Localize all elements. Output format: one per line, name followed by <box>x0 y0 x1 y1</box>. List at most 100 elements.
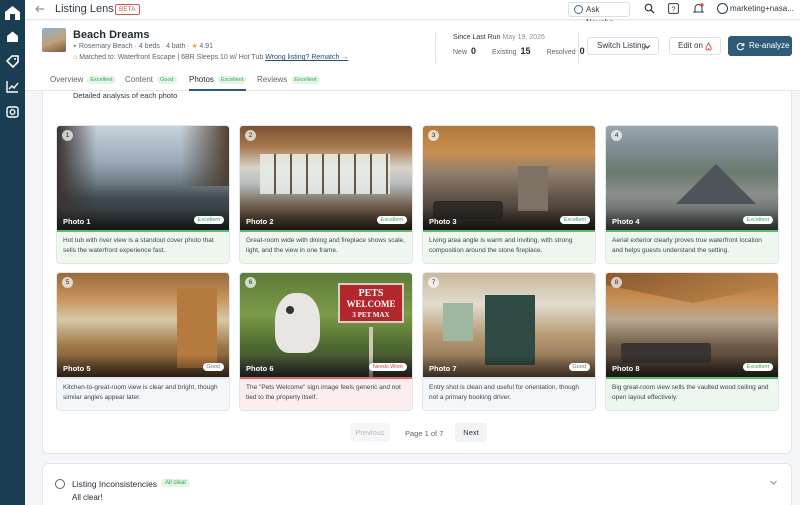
photo-number: 4 <box>611 130 622 141</box>
star-icon: ★ <box>191 43 198 50</box>
listing-meta: ⌖ Rosemary Beach · 4 beds · 4 bath · ★ 4… <box>73 43 213 51</box>
next-page-button[interactable]: Next <box>455 423 487 442</box>
photo-description: Kitchen-to-great-room view is clear and … <box>57 379 229 410</box>
home-logo-icon[interactable] <box>4 5 21 21</box>
tab-content[interactable]: Content Good <box>125 69 177 91</box>
user-menu[interactable]: marketing+nasa... <box>717 3 794 14</box>
photos-analysis-card: Detailed analysis of each photo 1 Photo … <box>42 91 792 454</box>
tab-badge: Good <box>157 76 177 84</box>
airbnb-icon: ⌂ <box>73 54 78 61</box>
tab-label: Overview <box>50 75 84 85</box>
matched-text: Matched to: Waterfront Escape | 6BR Slee… <box>79 54 264 61</box>
photo-card[interactable]: 2 Photo 2 Excellent Great-room wide with… <box>239 125 413 264</box>
photo-rating-badge: Needs Work <box>368 363 407 371</box>
check-circle-icon <box>55 479 65 489</box>
camera-nav-icon[interactable] <box>6 105 19 118</box>
listing-title: Beach Dreams <box>73 29 150 41</box>
photo-card[interactable]: 3 Photo 3 Excellent Living area angle is… <box>422 125 596 264</box>
tab-photos[interactable]: Photos Excellent <box>189 69 247 91</box>
photo-card[interactable]: 7 Photo 7 Good Entry shot is clean and u… <box>422 272 596 411</box>
sign-line-2: WELCOME <box>346 299 396 309</box>
photo-description: Great-room wide with dining and fireplac… <box>240 232 412 263</box>
photo-rating-badge: Excellent <box>376 216 407 224</box>
photo-description: The "Pets Welcome" sign image feels gene… <box>240 379 412 410</box>
pin-icon: ⌖ <box>73 43 77 50</box>
chevron-down-icon[interactable] <box>769 478 778 487</box>
photo-rating-badge: Good <box>568 363 590 371</box>
listing-inconsistencies-card[interactable]: Listing Inconsistencies All clear All cl… <box>42 463 792 505</box>
photo-number: 2 <box>245 130 256 141</box>
photo-description: Big great-room view sells the vaulted wo… <box>606 379 778 410</box>
beta-badge: BETA <box>115 4 140 15</box>
photo-number: 3 <box>428 130 439 141</box>
divider <box>578 33 579 63</box>
chevron-down-icon <box>644 45 651 49</box>
notification-bell-icon[interactable] <box>693 3 704 14</box>
photo-image <box>57 126 229 230</box>
photo-name: Photo 3 <box>429 217 457 226</box>
new-label: New <box>453 49 468 56</box>
photo-name: Photo 5 <box>63 364 91 373</box>
user-email: marketing+nasa... <box>730 4 794 13</box>
photo-image <box>57 273 229 377</box>
photo-name: Photo 2 <box>246 217 274 226</box>
edit-on-label: Edit on <box>678 41 703 50</box>
photo-image: PETS WELCOME 3 PET MAX <box>240 273 412 377</box>
new-value: 0 <box>471 46 477 56</box>
chart-nav-icon[interactable] <box>6 80 19 93</box>
rematch-link[interactable]: Wrong listing? Rematch → <box>265 54 348 61</box>
tab-overview[interactable]: Overview Excellent <box>50 69 116 91</box>
airbnb-logo-icon <box>705 42 712 51</box>
search-icon[interactable] <box>644 3 655 14</box>
edit-on-airbnb-button[interactable]: Edit on <box>669 37 721 55</box>
sidebar <box>0 0 25 505</box>
existing-value: 15 <box>520 46 531 56</box>
photo-name: Photo 8 <box>612 364 640 373</box>
photo-description: Living area angle is warm and inviting, … <box>423 232 595 263</box>
photo-card[interactable]: 5 Photo 5 Good Kitchen-to-great-room vie… <box>56 272 230 411</box>
tag-nav-icon[interactable] <box>6 55 19 68</box>
listing-rating: 4.91 <box>199 43 214 50</box>
reanalyze-label: Re-analyze <box>749 41 790 50</box>
photo-name: Photo 6 <box>246 364 274 373</box>
home-nav-icon[interactable] <box>6 30 19 43</box>
back-arrow-icon[interactable] <box>34 3 46 15</box>
photo-description: Hot tub with river view is a standout co… <box>57 232 229 263</box>
resolved-value: 0 <box>579 46 585 56</box>
tab-badge: Excellent <box>291 76 320 84</box>
tab-bar: Overview Excellent Content Good Photos Exce… <box>25 69 800 91</box>
existing-label: Existing <box>491 49 517 56</box>
switch-listing-button[interactable]: Switch Listing <box>587 37 659 55</box>
listing-match: ⌂ Matched to: Waterfront Escape | 6BR Sl… <box>73 54 348 61</box>
photo-rating-badge: Excellent <box>742 216 773 224</box>
divider <box>435 33 436 63</box>
photo-rating-badge: Excellent <box>193 216 224 224</box>
photo-rating-badge: Excellent <box>742 363 773 371</box>
previous-page-button[interactable]: Previous <box>350 423 390 442</box>
photo-name: Photo 1 <box>63 217 91 226</box>
photo-card[interactable]: 4 Photo 4 Excellent Aerial exterior clea… <box>605 125 779 264</box>
tab-badge: Excellent <box>217 76 247 84</box>
tab-label: Content <box>125 75 154 85</box>
app-title: Listing Lens <box>55 3 114 15</box>
tab-label: Photos <box>189 75 214 85</box>
photo-rating-badge: Excellent <box>559 216 590 224</box>
photo-name: Photo 4 <box>612 217 640 226</box>
listing-beds-baths: · 4 beds · 4 bath · <box>134 43 190 50</box>
photo-number: 6 <box>245 277 256 288</box>
tab-reviews[interactable]: Reviews Excellent <box>257 69 320 91</box>
plus-circle-icon <box>574 5 583 14</box>
photo-description: Entry shot is clean and useful for orien… <box>423 379 595 410</box>
sign-line-1: PETS <box>358 288 384 299</box>
run-stats: New 0 Existing 15 Resolved 0 <box>453 46 599 56</box>
tab-badge: Excellent <box>87 76 116 84</box>
photo-card[interactable]: PETS WELCOME 3 PET MAX 6 Photo 6 Needs W… <box>239 272 413 411</box>
ask-neyoba-button[interactable]: Ask Neyoba <box>568 2 630 27</box>
photo-number: 5 <box>62 277 73 288</box>
photo-card[interactable]: 8 Photo 8 Excellent Big great-room view … <box>605 272 779 411</box>
reanalyze-button[interactable]: Re-analyze <box>728 36 792 56</box>
help-icon[interactable]: ? <box>668 3 679 14</box>
photo-image <box>240 126 412 230</box>
photo-card[interactable]: 1 Photo 1 Excellent Hot tub with river v… <box>56 125 230 264</box>
photo-image <box>423 273 595 377</box>
